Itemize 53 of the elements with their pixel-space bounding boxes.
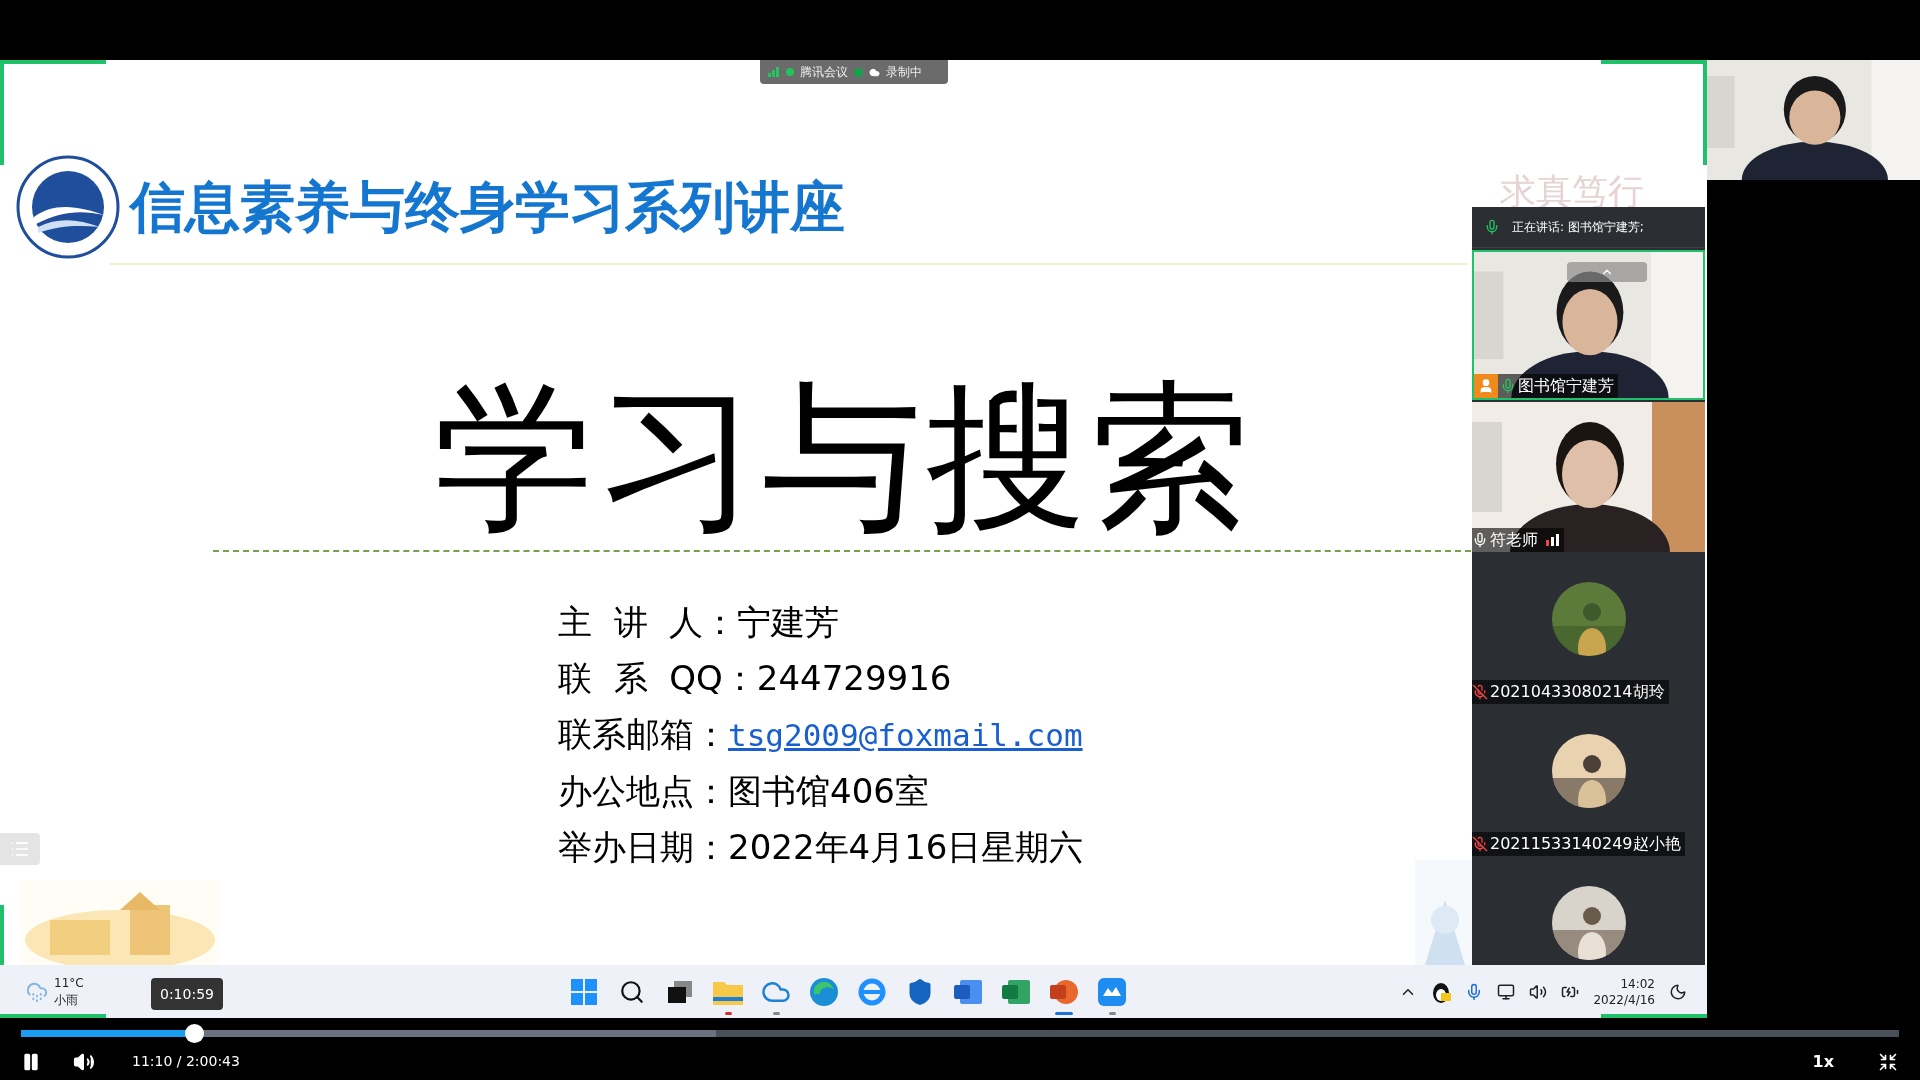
search-icon[interactable] xyxy=(619,978,645,1005)
email-link[interactable]: tsg2009@foxmail.com xyxy=(728,714,1083,756)
playback-time: 11:10 / 2:00:43 xyxy=(132,1052,240,1071)
task-view-icon[interactable] xyxy=(668,980,692,1003)
temperature: 11°C xyxy=(54,974,84,992)
running-indicator xyxy=(1108,1012,1116,1015)
document-app-icon[interactable] xyxy=(954,977,982,1006)
participant-tile[interactable]: 图书馆宁建芳 xyxy=(1472,250,1705,400)
browser-icon[interactable] xyxy=(810,977,838,1006)
meeting-app-icon[interactable] xyxy=(1098,977,1126,1006)
participant-tile[interactable]: 符老师 xyxy=(1472,402,1705,552)
signal-icon xyxy=(1546,534,1560,546)
collapse-button[interactable] xyxy=(1567,262,1647,282)
network-icon[interactable] xyxy=(1497,982,1516,1001)
detail-label: 办公地点： xyxy=(558,770,728,812)
weather-icon xyxy=(26,980,48,1003)
detail-label: 主 讲 人： xyxy=(558,601,738,643)
cloud-icon xyxy=(869,66,880,78)
slide-header: 信息素养与终身学习系列讲座 xyxy=(130,173,845,241)
detail-value: 2022年4月16日星期六 xyxy=(728,826,1084,868)
presentation-app-icon[interactable] xyxy=(1050,977,1078,1006)
clock[interactable]: 14:02 2022/4/16 xyxy=(1593,975,1655,1008)
running-indicator xyxy=(724,1012,732,1015)
participant-name: 符老师 xyxy=(1490,529,1538,551)
penguin-icon[interactable] xyxy=(1431,980,1452,1003)
seek-tooltip: 0:10:59 xyxy=(151,978,223,1010)
windows-logo-icon[interactable] xyxy=(571,978,597,1005)
moon-icon[interactable] xyxy=(1669,982,1687,1001)
list-icon xyxy=(10,839,30,859)
speaking-label: 正在讲话: 图书馆宁建芳; xyxy=(1512,219,1644,236)
participant-name: 20211533140249赵小艳 xyxy=(1490,833,1681,855)
frame-corner xyxy=(0,905,4,965)
recording-label: 录制中 xyxy=(886,64,922,81)
detail-label: 联 系 QQ： xyxy=(558,657,757,699)
signal-icon xyxy=(768,67,780,77)
detail-label: 举办日期： xyxy=(558,826,728,868)
running-indicator xyxy=(772,1012,780,1015)
slide-title: 学习与搜索 xyxy=(433,378,1254,538)
detail-value: 图书馆406室 xyxy=(728,770,929,812)
detail-value: 宁建芳 xyxy=(737,601,840,643)
participant-name: 20210433080214胡玲 xyxy=(1490,681,1665,703)
app-name: 腾讯会议 xyxy=(800,64,848,81)
speed-button[interactable]: 1x xyxy=(1812,1049,1834,1074)
participant-name: 图书馆宁建芳 xyxy=(1518,375,1614,397)
running-indicator xyxy=(1055,1012,1073,1015)
detail-value: 244729916 xyxy=(756,657,952,699)
detail-label: 联系邮箱： xyxy=(558,713,728,755)
browser-icon[interactable] xyxy=(858,977,886,1006)
spreadsheet-app-icon[interactable] xyxy=(1002,977,1030,1006)
weather-condition: 小雨 xyxy=(54,991,79,1009)
volume-icon[interactable] xyxy=(1529,982,1548,1001)
mic-icon xyxy=(1484,219,1500,235)
progress-handle[interactable] xyxy=(184,1024,204,1043)
